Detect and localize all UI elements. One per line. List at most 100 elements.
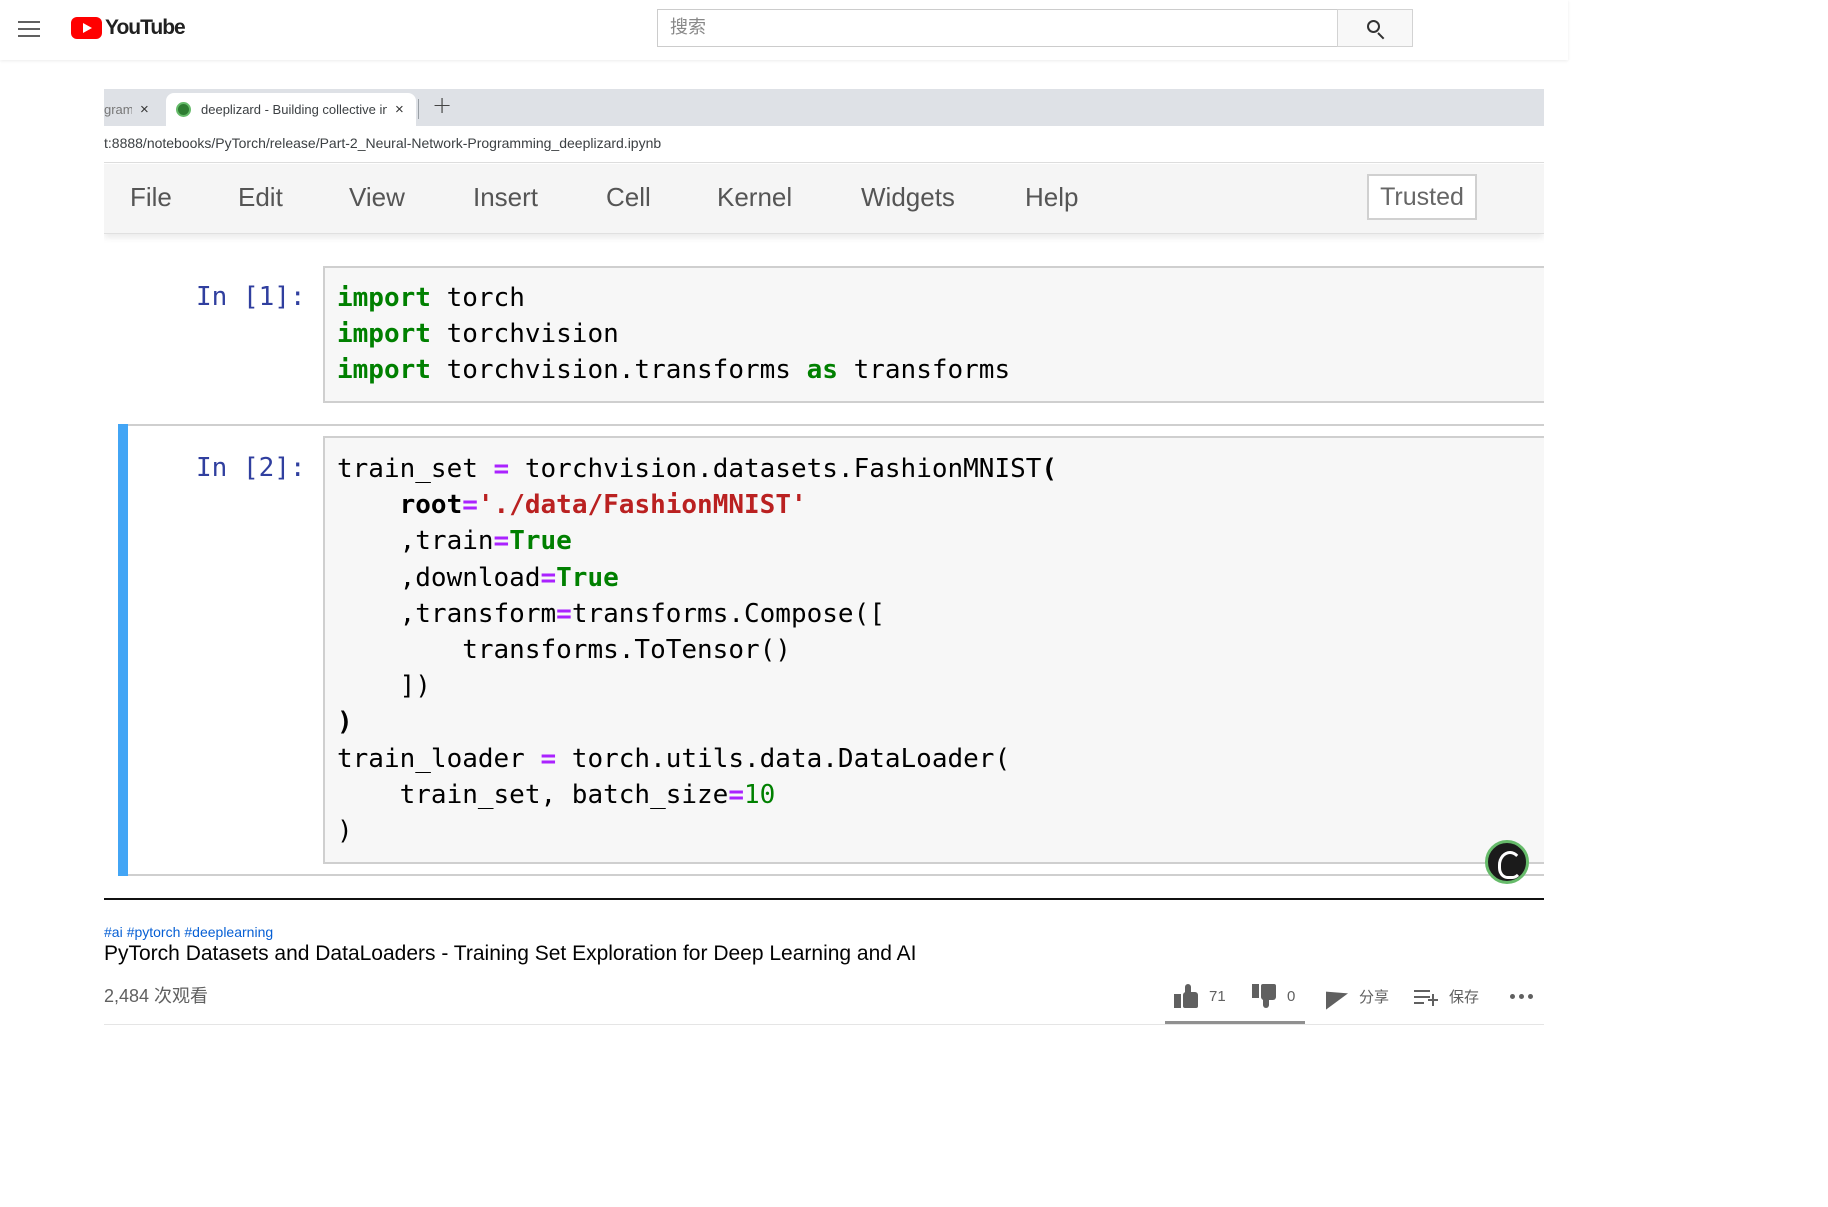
menu-widgets[interactable]: Widgets bbox=[861, 182, 955, 213]
menu-edit[interactable]: Edit bbox=[238, 182, 283, 213]
code-token: as bbox=[806, 355, 838, 386]
address-url: t:8888/notebooks/PyTorch/release/Part-2_… bbox=[104, 135, 662, 151]
code-line: ,download=True bbox=[337, 560, 1057, 596]
divider bbox=[104, 1024, 1544, 1025]
share-icon bbox=[1324, 984, 1350, 1010]
dislike-button[interactable]: 0 bbox=[1252, 982, 1295, 1010]
menu-view[interactable]: View bbox=[349, 182, 405, 213]
code-token: 10 bbox=[744, 779, 776, 810]
browser-tab-strip: gram × deeplizard - Building collective … bbox=[104, 89, 1544, 126]
menu-insert[interactable]: Insert bbox=[473, 182, 538, 213]
code-token: True bbox=[509, 526, 572, 557]
code-token: train_set bbox=[337, 454, 494, 484]
code-token: = bbox=[493, 526, 510, 557]
hamburger-menu-icon[interactable] bbox=[17, 17, 41, 41]
more-actions-button[interactable] bbox=[1510, 982, 1533, 1010]
code-token: torchvision.datasets.FashionMNIST bbox=[509, 454, 1042, 484]
hashtag-link[interactable]: #pytorch bbox=[127, 924, 181, 940]
deeplizard-watermark-icon bbox=[1485, 840, 1529, 884]
code-line: train_set = torchvision.datasets.Fashion… bbox=[337, 451, 1057, 487]
hashtag-link[interactable]: #deeplearning bbox=[184, 924, 273, 940]
code-token: transforms bbox=[837, 355, 1011, 386]
browser-tab[interactable]: gram × bbox=[104, 93, 160, 126]
save-button[interactable]: 保存 bbox=[1414, 982, 1479, 1010]
code-token: ,download bbox=[337, 562, 541, 593]
code-token: torch.utils.data.DataLoader( bbox=[556, 743, 1011, 774]
like-count: 71 bbox=[1209, 987, 1226, 1005]
jupyter-menubar: File Edit View Insert Cell Kernel Widget… bbox=[104, 164, 1544, 234]
share-label: 分享 bbox=[1359, 988, 1390, 1006]
code-token: torchvision bbox=[430, 319, 619, 350]
code-token: transforms.Compose([ bbox=[571, 598, 885, 629]
hashtags: #ai #pytorch #deeplearning bbox=[104, 924, 277, 940]
code-line: import torchvision.transforms as transfo… bbox=[337, 352, 1010, 388]
youtube-logo-text: YouTube bbox=[105, 16, 186, 39]
code-token: import bbox=[337, 319, 431, 350]
code-token: train_set, batch_size bbox=[337, 779, 729, 810]
menu-help[interactable]: Help bbox=[1025, 182, 1078, 213]
code-token: = bbox=[540, 562, 557, 593]
trusted-indicator[interactable]: Trusted bbox=[1367, 174, 1477, 220]
code-token: transforms.ToTensor() bbox=[337, 635, 791, 666]
selected-cell-indicator bbox=[118, 424, 128, 876]
code-line: ,train=True bbox=[337, 523, 1057, 559]
menu-file[interactable]: File bbox=[130, 182, 172, 213]
youtube-logo[interactable]: YouTube bbox=[71, 16, 186, 40]
code-token: ]) bbox=[337, 671, 431, 702]
search-input[interactable]: 搜索 bbox=[657, 9, 1337, 47]
playlist-add-icon bbox=[1414, 984, 1440, 1008]
tab-title: gram bbox=[104, 102, 132, 117]
code-line: ) bbox=[337, 704, 1057, 740]
code-token: True bbox=[556, 562, 619, 593]
cell-prompt: In [2]: bbox=[196, 453, 306, 483]
code-token: import bbox=[337, 355, 431, 386]
code-line: ,transform=transforms.Compose([ bbox=[337, 596, 1057, 632]
code-token: ( bbox=[1041, 454, 1058, 484]
code-token: torch bbox=[430, 283, 525, 313]
deeplizard-favicon-icon bbox=[176, 102, 191, 117]
tab-separator bbox=[418, 99, 419, 119]
search-button[interactable] bbox=[1337, 9, 1413, 47]
video-title: PyTorch Datasets and DataLoaders - Train… bbox=[104, 942, 917, 965]
code-token: './data/FashionMNIST' bbox=[477, 490, 807, 521]
hashtag-link[interactable]: #ai bbox=[104, 924, 123, 940]
tab-title: deeplizard - Building collective in bbox=[201, 102, 387, 117]
code-token: = bbox=[728, 779, 744, 810]
code-token: ) bbox=[337, 816, 353, 847]
code-line: import torch bbox=[337, 280, 1010, 316]
youtube-logo-icon bbox=[71, 17, 102, 39]
code-line: import torchvision bbox=[337, 316, 1010, 352]
code-token: ,transform bbox=[337, 598, 557, 629]
video-player[interactable]: gram × deeplizard - Building collective … bbox=[104, 86, 1544, 898]
address-bar[interactable]: t:8888/notebooks/PyTorch/release/Part-2_… bbox=[104, 126, 1544, 163]
code-line: root='./data/FashionMNIST' bbox=[337, 487, 1057, 523]
code-token: train_loader bbox=[337, 743, 541, 774]
like-button[interactable]: 71 bbox=[1174, 982, 1226, 1010]
code-block: import torch import torchvision import tor… bbox=[337, 280, 1010, 389]
code-token: = bbox=[462, 490, 478, 521]
code-line: train_set, batch_size=10 bbox=[337, 777, 1057, 813]
video-bottom-edge bbox=[104, 898, 1544, 900]
save-label: 保存 bbox=[1449, 988, 1480, 1006]
code-token: = bbox=[540, 743, 557, 774]
thumbs-down-icon bbox=[1252, 984, 1278, 1008]
cell-prompt: In [1]: bbox=[196, 282, 306, 312]
tab-close-icon[interactable]: × bbox=[140, 93, 149, 126]
menu-kernel[interactable]: Kernel bbox=[717, 182, 792, 213]
code-line: train_loader = torch.utils.data.DataLoad… bbox=[337, 741, 1057, 777]
browser-tab-active[interactable]: deeplizard - Building collective in × bbox=[166, 93, 416, 126]
code-token: root bbox=[399, 490, 463, 521]
menu-cell[interactable]: Cell bbox=[606, 182, 651, 213]
share-button[interactable]: 分享 bbox=[1324, 982, 1389, 1010]
dislike-count: 0 bbox=[1287, 987, 1296, 1005]
code-token: torchvision.transforms bbox=[430, 355, 807, 386]
code-token: = bbox=[493, 454, 510, 484]
code-line: ]) bbox=[337, 668, 1057, 704]
code-token: ,train bbox=[337, 526, 494, 557]
tab-close-icon[interactable]: × bbox=[395, 93, 404, 126]
youtube-header: YouTube 搜索 bbox=[0, 0, 1568, 60]
new-tab-button[interactable]: + bbox=[432, 91, 452, 119]
thumbs-up-icon bbox=[1174, 984, 1200, 1008]
code-token: import bbox=[337, 283, 431, 313]
